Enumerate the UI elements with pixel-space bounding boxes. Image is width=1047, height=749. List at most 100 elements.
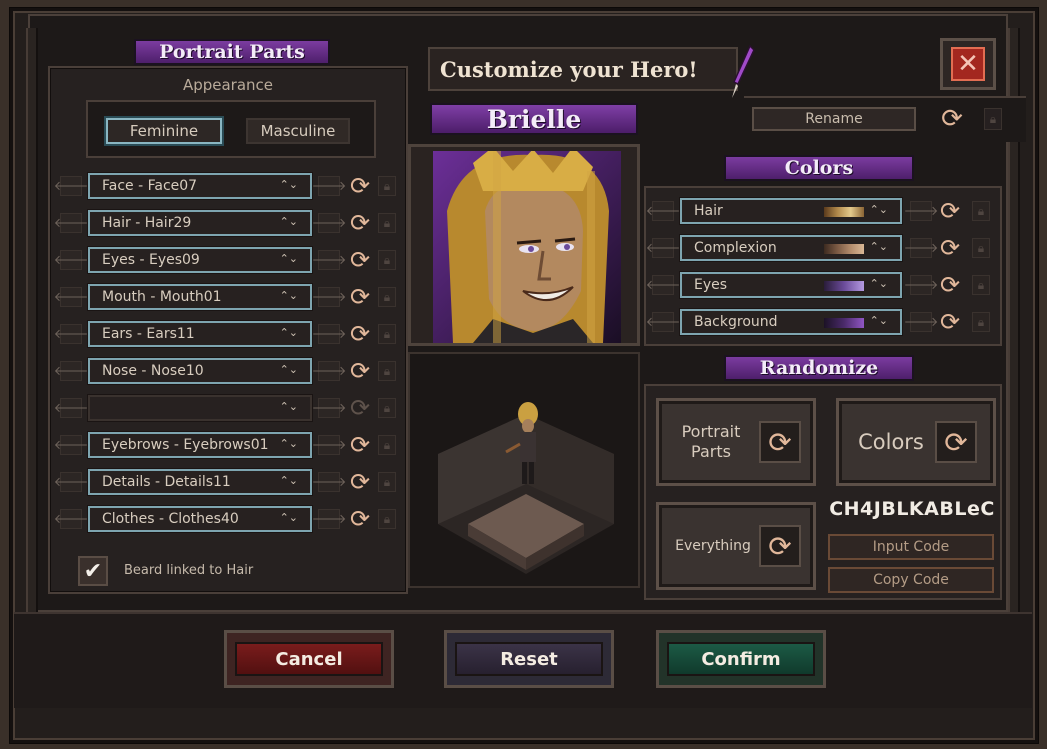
lock-icon[interactable]: 🔒︎ bbox=[378, 472, 396, 492]
color-select-label: Complexion bbox=[694, 240, 777, 256]
randomize-part-icon[interactable]: ⟳ bbox=[346, 320, 374, 348]
lock-icon[interactable]: 🔒︎ bbox=[972, 238, 990, 258]
portrait-parts-title: Portrait Parts bbox=[134, 39, 330, 65]
lock-icon[interactable]: 🔒︎ bbox=[378, 176, 396, 196]
prev-arrow-icon[interactable]: 🡐 bbox=[54, 509, 88, 529]
prev-arrow-icon[interactable]: 🡐 bbox=[646, 201, 680, 221]
next-arrow-icon[interactable]: 🡒 bbox=[312, 287, 346, 307]
masculine-button[interactable]: Masculine bbox=[246, 118, 350, 144]
prev-arrow-icon[interactable]: 🡐 bbox=[646, 275, 680, 295]
randomize-everything-button[interactable]: Everything ⟳ bbox=[656, 502, 816, 590]
chevron-updown-icon: ⌃⌄ bbox=[279, 252, 298, 265]
randomize-color-icon[interactable]: ⟳ bbox=[936, 234, 964, 262]
prev-arrow-icon[interactable]: 🡐 bbox=[646, 238, 680, 258]
part-select[interactable]: Hair - Hair29 ⌃⌄ bbox=[88, 210, 312, 236]
randomize-portrait-parts-label: Portrait Parts bbox=[681, 422, 741, 461]
lock-icon[interactable]: 🔒︎ bbox=[972, 201, 990, 221]
prev-arrow-icon[interactable]: 🡐 bbox=[54, 398, 88, 418]
next-arrow-icon[interactable]: 🡒 bbox=[312, 176, 346, 196]
next-arrow-icon[interactable]: 🡒 bbox=[904, 275, 938, 295]
randomize-part-icon[interactable]: ⟳ bbox=[346, 209, 374, 237]
lock-icon[interactable]: 🔒︎ bbox=[378, 509, 396, 529]
randomize-part-icon[interactable]: ⟳ bbox=[346, 283, 374, 311]
beard-linked-checkbox[interactable]: ✔ bbox=[78, 556, 108, 586]
confirm-button[interactable]: Confirm bbox=[656, 630, 826, 688]
randomize-name-icon[interactable]: ⟳ bbox=[936, 102, 968, 136]
reset-label: Reset bbox=[455, 642, 603, 676]
lock-icon[interactable]: 🔒︎ bbox=[378, 361, 396, 381]
part-select-label: Details - Details11 bbox=[102, 474, 231, 490]
prev-arrow-icon[interactable]: 🡐 bbox=[646, 312, 680, 332]
color-select-label: Background bbox=[694, 314, 778, 330]
part-select[interactable]: Ears - Ears11 ⌃⌄ bbox=[88, 321, 312, 347]
part-row: 🡐 ⌃⌄ 🡒 ⟳ 🔒︎ bbox=[54, 394, 400, 422]
name-lock-icon[interactable]: 🔒︎ bbox=[984, 108, 1002, 130]
randomize-part-icon[interactable]: ⟳ bbox=[346, 394, 374, 422]
prev-arrow-icon[interactable]: 🡐 bbox=[54, 287, 88, 307]
color-select[interactable]: Hair ⌃⌄ bbox=[680, 198, 902, 224]
randomize-part-icon[interactable]: ⟳ bbox=[346, 246, 374, 274]
next-arrow-icon[interactable]: 🡒 bbox=[312, 324, 346, 344]
part-select[interactable]: Face - Face07 ⌃⌄ bbox=[88, 173, 312, 199]
input-code-button[interactable]: Input Code bbox=[828, 534, 994, 560]
prev-arrow-icon[interactable]: 🡐 bbox=[54, 176, 88, 196]
prev-arrow-icon[interactable]: 🡐 bbox=[54, 213, 88, 233]
feminine-button[interactable]: Feminine bbox=[106, 118, 222, 144]
prev-arrow-icon[interactable]: 🡐 bbox=[54, 250, 88, 270]
randomize-portrait-parts-button[interactable]: Portrait Parts ⟳ bbox=[656, 398, 816, 486]
color-row: 🡐 Eyes ⌃⌄ 🡒 ⟳ 🔒︎ bbox=[646, 271, 996, 299]
next-arrow-icon[interactable]: 🡒 bbox=[312, 509, 346, 529]
next-arrow-icon[interactable]: 🡒 bbox=[312, 213, 346, 233]
next-arrow-icon[interactable]: 🡒 bbox=[312, 435, 346, 455]
randomize-everything-label: Everything bbox=[675, 538, 751, 554]
randomize-part-icon[interactable]: ⟳ bbox=[346, 505, 374, 533]
randomize-part-icon[interactable]: ⟳ bbox=[346, 357, 374, 385]
part-select[interactable]: Nose - Nose10 ⌃⌄ bbox=[88, 358, 312, 384]
next-arrow-icon[interactable]: 🡒 bbox=[312, 361, 346, 381]
randomize-color-icon[interactable]: ⟳ bbox=[936, 197, 964, 225]
lock-icon[interactable]: 🔒︎ bbox=[378, 398, 396, 418]
randomize-part-icon[interactable]: ⟳ bbox=[346, 172, 374, 200]
prev-arrow-icon[interactable]: 🡐 bbox=[54, 472, 88, 492]
chevron-updown-icon: ⌃⌄ bbox=[279, 326, 298, 339]
lock-icon[interactable]: 🔒︎ bbox=[378, 287, 396, 307]
randomize-part-icon[interactable]: ⟳ bbox=[346, 468, 374, 496]
lock-icon[interactable]: 🔒︎ bbox=[378, 250, 396, 270]
randomize-color-icon[interactable]: ⟳ bbox=[936, 308, 964, 336]
color-select[interactable]: Background ⌃⌄ bbox=[680, 309, 902, 335]
prev-arrow-icon[interactable]: 🡐 bbox=[54, 324, 88, 344]
next-arrow-icon[interactable]: 🡒 bbox=[312, 472, 346, 492]
part-row: 🡐 Hair - Hair29 ⌃⌄ 🡒 ⟳ 🔒︎ bbox=[54, 209, 400, 237]
randomize-part-icon[interactable]: ⟳ bbox=[346, 431, 374, 459]
next-arrow-icon[interactable]: 🡒 bbox=[904, 238, 938, 258]
chevron-updown-icon: ⌃⌄ bbox=[279, 289, 298, 302]
randomize-colors-button[interactable]: Colors ⟳ bbox=[836, 398, 996, 486]
color-select[interactable]: Eyes ⌃⌄ bbox=[680, 272, 902, 298]
part-select[interactable]: Eyes - Eyes09 ⌃⌄ bbox=[88, 247, 312, 273]
reset-button[interactable]: Reset bbox=[444, 630, 614, 688]
checkmark-icon: ✔ bbox=[83, 558, 103, 584]
prev-arrow-icon[interactable]: 🡐 bbox=[54, 435, 88, 455]
part-select[interactable]: Mouth - Mouth01 ⌃⌄ bbox=[88, 284, 312, 310]
part-select[interactable]: ⌃⌄ bbox=[88, 395, 312, 421]
lock-icon[interactable]: 🔒︎ bbox=[972, 275, 990, 295]
randomize-color-icon[interactable]: ⟳ bbox=[936, 271, 964, 299]
prev-arrow-icon[interactable]: 🡐 bbox=[54, 361, 88, 381]
copy-code-button[interactable]: Copy Code bbox=[828, 567, 994, 593]
lock-icon[interactable]: 🔒︎ bbox=[378, 324, 396, 344]
next-arrow-icon[interactable]: 🡒 bbox=[904, 201, 938, 221]
lock-icon[interactable]: 🔒︎ bbox=[972, 312, 990, 332]
color-select[interactable]: Complexion ⌃⌄ bbox=[680, 235, 902, 261]
part-select[interactable]: Eyebrows - Eyebrows01 ⌃⌄ bbox=[88, 432, 312, 458]
part-select[interactable]: Details - Details11 ⌃⌄ bbox=[88, 469, 312, 495]
rename-button[interactable]: Rename bbox=[752, 107, 916, 131]
cancel-button[interactable]: Cancel bbox=[224, 630, 394, 688]
close-button[interactable]: ✕ bbox=[940, 38, 996, 90]
lock-icon[interactable]: 🔒︎ bbox=[378, 213, 396, 233]
lock-icon[interactable]: 🔒︎ bbox=[378, 435, 396, 455]
next-arrow-icon[interactable]: 🡒 bbox=[312, 250, 346, 270]
color-swatch bbox=[824, 281, 864, 291]
part-select[interactable]: Clothes - Clothes40 ⌃⌄ bbox=[88, 506, 312, 532]
next-arrow-icon[interactable]: 🡒 bbox=[312, 398, 346, 418]
next-arrow-icon[interactable]: 🡒 bbox=[904, 312, 938, 332]
